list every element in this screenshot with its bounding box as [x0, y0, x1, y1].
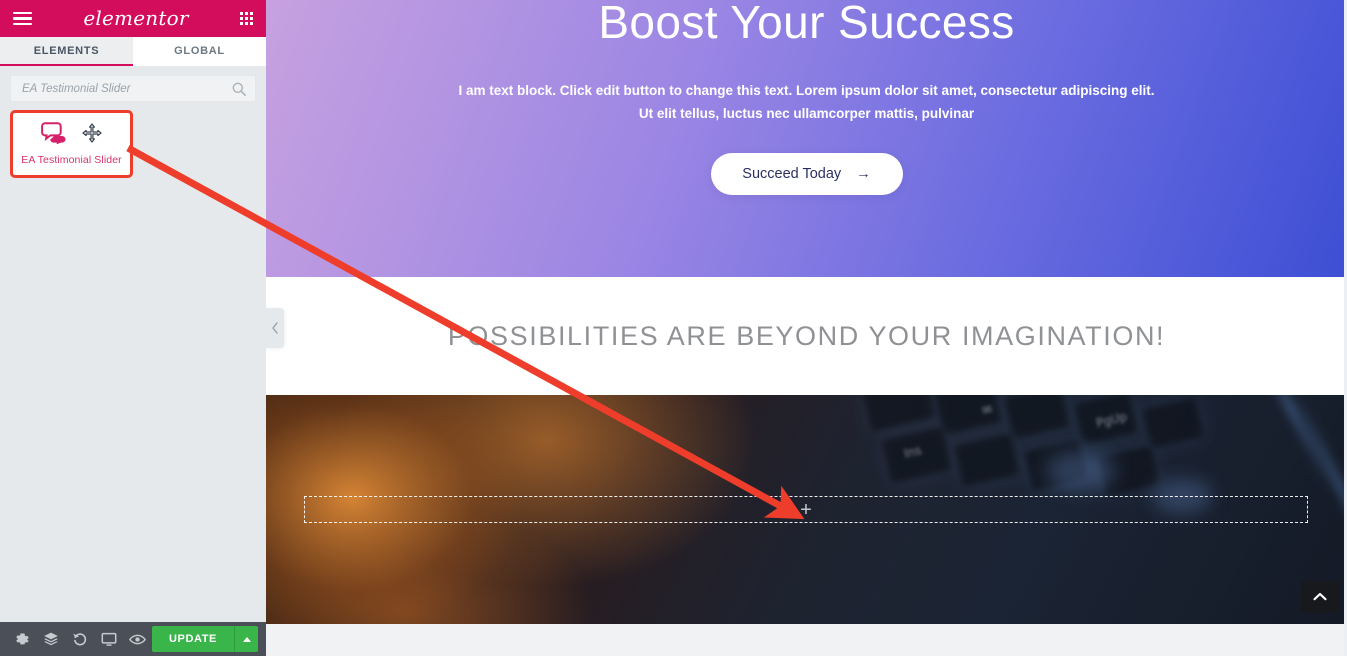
grid-dot: [239, 22, 243, 25]
widget-label: EA Testimonial Slider: [21, 154, 122, 166]
grid-apps-icon[interactable]: [239, 12, 253, 25]
grid-dot: [249, 22, 253, 25]
plus-icon: +: [800, 498, 812, 521]
search-box[interactable]: [10, 75, 256, 102]
update-button-group: UPDATE: [151, 626, 258, 652]
canvas-footer-strip: [266, 624, 1347, 656]
preview-canvas: Boost Your Success I am text block. Clic…: [266, 0, 1347, 656]
succeed-today-button[interactable]: Succeed Today →: [710, 153, 903, 196]
grid-dot: [244, 22, 248, 25]
gear-icon: [16, 632, 29, 644]
key-backlight-glow: [1046, 451, 1116, 491]
elementor-logo: elementor: [83, 5, 189, 30]
widget-ea-testimonial-slider[interactable]: EA Testimonial Slider: [10, 110, 133, 178]
hamburger-icon[interactable]: [13, 11, 32, 26]
search-input[interactable]: [22, 82, 227, 95]
search-icon: [232, 82, 246, 101]
panel-footer-toolbar: UPDATE: [0, 622, 266, 656]
scroll-to-top-button[interactable]: [1301, 581, 1339, 613]
preview-button[interactable]: [123, 622, 152, 656]
navigator-button[interactable]: [37, 622, 66, 656]
hamburger-bar: [13, 17, 32, 20]
widget-icon-row: [41, 122, 102, 149]
grid-dot: [239, 17, 243, 20]
elementor-editor: Boost Your Success I am text block. Clic…: [0, 0, 1347, 656]
keyboard-key: [861, 395, 937, 432]
history-button[interactable]: [66, 622, 95, 656]
elementor-panel: elementor ELEMENTS GLOBAL EA Testimonial…: [0, 0, 266, 656]
layers-icon: [44, 632, 58, 646]
hamburger-bar: [13, 22, 32, 26]
update-button[interactable]: UPDATE: [151, 626, 234, 652]
move-arrows-icon[interactable]: [82, 123, 102, 148]
widget-dropzone[interactable]: +: [304, 496, 1308, 523]
history-revert-icon: [73, 633, 87, 646]
hero-paragraph-line-2: Ut elit tellus, luctus nec ullamcorper m…: [638, 106, 975, 122]
keyboard-key: [1142, 397, 1204, 449]
caret-up-icon: [242, 636, 251, 642]
panel-header: elementor: [0, 0, 266, 37]
grid-dot: [249, 12, 253, 15]
panel-collapse-handle[interactable]: [266, 308, 284, 348]
panel-tabs: ELEMENTS GLOBAL: [0, 37, 266, 66]
tab-global[interactable]: GLOBAL: [133, 37, 266, 66]
keyboard-key: [954, 433, 1020, 487]
hero-paragraph-line-1: I am text block. Click edit button to ch…: [458, 82, 1155, 98]
eye-icon: [129, 634, 147, 644]
grid-dot: [239, 12, 243, 15]
arrow-right-icon: →: [856, 166, 871, 183]
hero-paragraph: I am text block. Click edit button to ch…: [457, 79, 1157, 125]
light-streak: [1242, 395, 1340, 495]
grid-dot: [244, 12, 248, 15]
widgets-grid: EA Testimonial Slider: [0, 110, 266, 178]
settings-button[interactable]: [8, 622, 37, 656]
possibilities-section[interactable]: POSSIBILITIES ARE BEYOND YOUR IMAGINATIO…: [266, 277, 1347, 395]
cta-label: Succeed Today: [742, 166, 842, 183]
responsive-mode-button[interactable]: [94, 622, 123, 656]
keyboard-image-section[interactable]: ✉ PgUp Ins +: [266, 395, 1347, 624]
update-options-button[interactable]: [234, 626, 258, 652]
chevron-left-icon: [272, 322, 278, 334]
search-section: [0, 66, 266, 110]
hero-section[interactable]: Boost Your Success I am text block. Clic…: [266, 0, 1347, 277]
hamburger-bar: [13, 11, 32, 15]
grid-dot: [249, 17, 253, 20]
possibilities-title: POSSIBILITIES ARE BEYOND YOUR IMAGINATIO…: [447, 320, 1166, 351]
keyboard-key: [1004, 395, 1070, 439]
grid-dot: [244, 17, 248, 20]
speech-bubbles-icon: [41, 122, 68, 149]
chevron-up-icon: [1313, 592, 1327, 601]
monitor-icon: [101, 632, 117, 646]
hero-title: Boost Your Success: [598, 0, 1015, 48]
tab-elements[interactable]: ELEMENTS: [0, 37, 133, 66]
